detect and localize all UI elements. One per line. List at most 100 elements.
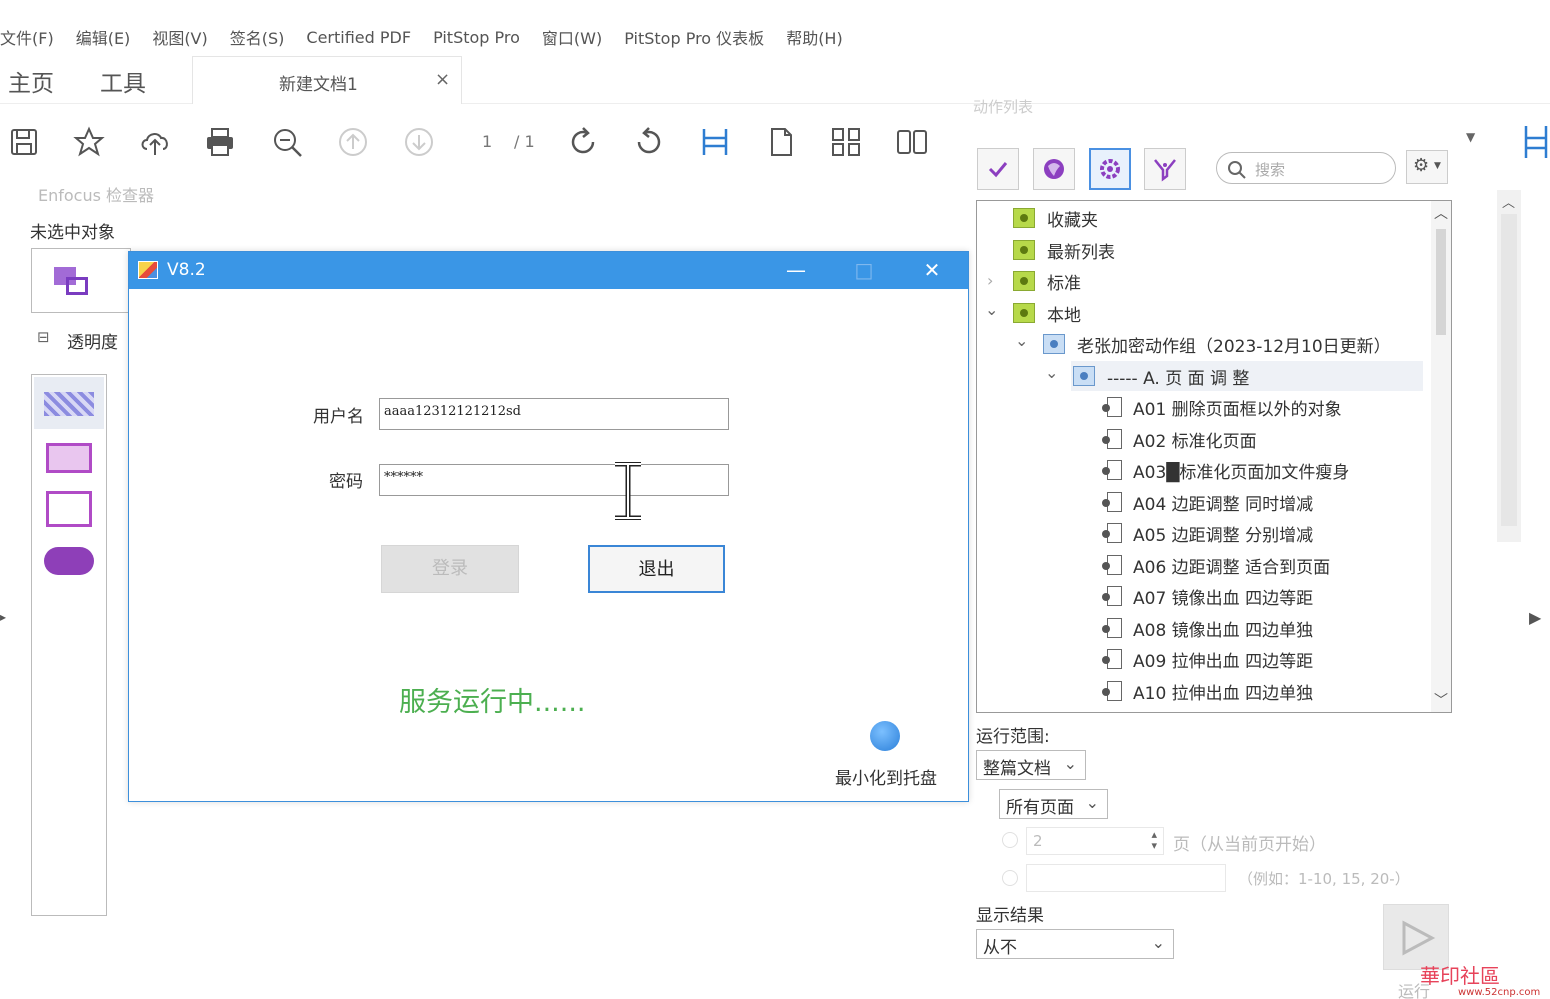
checkmark-filter-icon[interactable] xyxy=(977,148,1019,190)
menu-pitstop-pro[interactable]: PitStop Pro xyxy=(433,28,520,47)
menu-certified-pdf[interactable]: Certified PDF xyxy=(306,28,411,47)
page-count-stepper[interactable]: 2 ▴ ▾ xyxy=(1026,827,1164,855)
zoom-out-icon[interactable] xyxy=(269,124,305,160)
globe-icon[interactable] xyxy=(1033,148,1075,190)
save-icon[interactable] xyxy=(6,124,42,160)
pages-select-value: 所有页面 xyxy=(1006,798,1074,818)
page-up-icon[interactable] xyxy=(335,124,371,160)
tree-label: 标准 xyxy=(1047,273,1081,294)
maximize-icon[interactable]: □ xyxy=(849,256,879,284)
scroll-up-icon[interactable]: ︿ xyxy=(1434,203,1448,223)
print-icon[interactable] xyxy=(202,124,238,160)
minimize-icon[interactable]: — xyxy=(781,256,811,284)
action-item[interactable]: A07 镜像出血 四边等距 xyxy=(1101,582,1313,610)
tree-item-favorites[interactable]: 收藏夹 xyxy=(1013,204,1098,232)
search-input[interactable]: 搜索 xyxy=(1255,159,1285,180)
tree-item-local[interactable]: 本地 xyxy=(1013,299,1081,327)
tray-icon[interactable] xyxy=(870,721,900,751)
funnel-icon[interactable] xyxy=(1144,148,1186,190)
tree-item-standard[interactable]: 标准 xyxy=(1013,267,1081,295)
page-range-input[interactable] xyxy=(1026,864,1226,892)
star-icon[interactable] xyxy=(71,124,107,160)
tree-item-group[interactable]: 老张加密动作组（2023-12月10日更新） xyxy=(1043,330,1391,358)
menu-view[interactable]: 视图(V) xyxy=(152,25,207,49)
folder-icon xyxy=(1013,303,1035,323)
action-item[interactable]: A01 删除页面框以外的对象 xyxy=(1101,393,1342,421)
action-item[interactable]: A05 边距调整 分别增减 xyxy=(1101,519,1313,547)
rotate-counterclockwise-icon[interactable] xyxy=(631,124,667,160)
soft-mask-icon[interactable] xyxy=(46,443,92,473)
password-input[interactable]: ****** xyxy=(379,464,729,496)
menu-window[interactable]: 窗口(W) xyxy=(542,25,602,49)
expand-chevron-icon[interactable]: › xyxy=(987,271,993,290)
action-item[interactable]: A06 边距调整 适合到页面 xyxy=(1101,551,1330,579)
gear-filter-icon[interactable] xyxy=(1089,148,1131,190)
single-page-icon[interactable] xyxy=(763,124,799,160)
search-box[interactable]: 搜索 xyxy=(1216,152,1396,184)
chevron-down-icon: ⌄ xyxy=(1063,754,1077,773)
scroll-thumb[interactable] xyxy=(1501,214,1517,526)
page-down-icon[interactable] xyxy=(401,124,437,160)
two-page-icon[interactable] xyxy=(894,124,930,160)
action-item[interactable]: A04 边距调整 同时增减 xyxy=(1101,488,1313,516)
expand-right-icon[interactable]: ▶ xyxy=(1529,608,1541,627)
transparency-section-title[interactable]: 透明度 xyxy=(67,328,118,353)
cloud-upload-icon[interactable] xyxy=(137,124,173,160)
expand-left-icon[interactable]: ▸ xyxy=(0,610,6,624)
menu-edit[interactable]: 编辑(E) xyxy=(76,25,131,49)
collapse-chevron-icon[interactable]: ⌄ xyxy=(1015,331,1028,350)
mask-icon[interactable] xyxy=(44,547,94,575)
action-item[interactable]: A08 镜像出血 四边单独 xyxy=(1101,614,1313,642)
knockout-group-icon[interactable] xyxy=(46,491,92,527)
close-icon[interactable]: ✕ xyxy=(917,256,947,284)
dialog-titlebar[interactable]: V8.2 — □ ✕ xyxy=(129,252,968,289)
folder-icon xyxy=(1073,366,1095,386)
tab-home[interactable]: 主页 xyxy=(8,64,54,98)
action-item[interactable]: A10 拉伸出血 四边单独 xyxy=(1101,677,1313,705)
action-item[interactable]: A02 标准化页面 xyxy=(1101,425,1257,453)
show-result-value: 从不 xyxy=(983,938,1017,958)
tab-tools[interactable]: 工具 xyxy=(100,64,146,98)
scope-select[interactable]: 整篇文档 ⌄ xyxy=(976,750,1086,780)
page-count-radio[interactable] xyxy=(1002,832,1018,848)
multi-page-icon[interactable] xyxy=(828,124,864,160)
page-number-current[interactable]: 1 xyxy=(482,132,492,151)
gear-icon: ⚙ xyxy=(1413,155,1430,176)
scroll-thumb[interactable] xyxy=(1436,229,1446,335)
login-button[interactable]: 登录 xyxy=(381,545,519,593)
scroll-down-icon[interactable]: ﹀ xyxy=(1434,690,1448,710)
page-range-radio[interactable] xyxy=(1002,870,1018,886)
tree-item-recent[interactable]: 最新列表 xyxy=(1013,236,1115,264)
tab-document-label: 新建文档1 xyxy=(279,75,358,95)
watermark-text: 華印社區 xyxy=(1420,964,1500,988)
stepper-arrows-icon[interactable]: ▴ ▾ xyxy=(1151,829,1157,851)
menu-file[interactable]: 文件(F) xyxy=(0,25,54,49)
username-input[interactable]: aaaa12312121212sd xyxy=(379,398,729,430)
pages-select[interactable]: 所有页面 ⌄ xyxy=(999,789,1108,819)
panel-menu-chevron-icon[interactable]: ▼ xyxy=(1466,130,1475,144)
fit-width-icon[interactable] xyxy=(1522,122,1550,162)
collapse-chevron-icon[interactable]: ⌄ xyxy=(1045,363,1058,382)
collapse-chevron-icon[interactable]: ⌄ xyxy=(985,300,998,319)
menu-help[interactable]: 帮助(H) xyxy=(786,25,843,49)
fit-page-icon[interactable] xyxy=(697,124,733,160)
folder-icon xyxy=(1043,334,1065,354)
exit-button[interactable]: 退出 xyxy=(588,545,725,593)
show-result-select[interactable]: 从不 ⌄ xyxy=(976,929,1174,959)
close-tab-icon[interactable]: × xyxy=(435,69,450,90)
action-item[interactable]: A09 拉伸出血 四边等距 xyxy=(1101,645,1313,673)
action-item[interactable]: A03█标准化页面加文件瘦身 xyxy=(1101,456,1349,484)
transparency-pattern-icon[interactable] xyxy=(44,392,94,416)
scroll-up-icon[interactable]: ︿ xyxy=(1502,192,1515,211)
menu-pitstop-dashboard[interactable]: PitStop Pro 仪表板 xyxy=(624,25,764,49)
rotate-clockwise-icon[interactable] xyxy=(565,124,601,160)
action-icon xyxy=(1101,680,1123,702)
tree-scrollbar[interactable]: ︿ ﹀ xyxy=(1431,201,1451,712)
minimize-to-tray-label[interactable]: 最小化到托盘 xyxy=(835,764,937,789)
menu-sign[interactable]: 签名(S) xyxy=(230,25,285,49)
tab-document[interactable]: 新建文档1 × xyxy=(192,56,462,104)
tree-item-subgroup[interactable]: ----- A. 页 面 调 整 xyxy=(1073,362,1249,390)
settings-dropdown-button[interactable]: ⚙ ▼ xyxy=(1406,150,1448,184)
panel-scrollbar[interactable]: ︿ xyxy=(1497,190,1521,542)
section-toggle-icon[interactable]: ⊟ xyxy=(37,328,50,346)
